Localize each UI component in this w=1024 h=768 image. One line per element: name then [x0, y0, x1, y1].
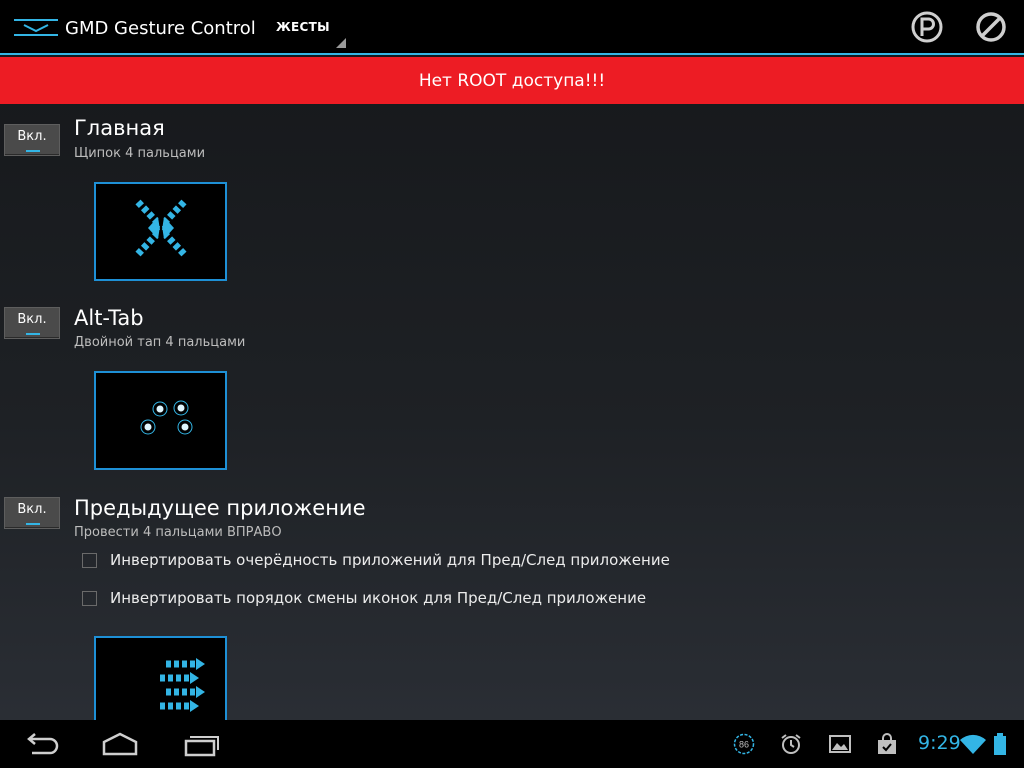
gesture-preview-previous-app[interactable]	[94, 636, 227, 720]
gesture-subtitle: Двойной тап 4 пальцами	[74, 335, 246, 350]
alarm-clock-icon[interactable]	[779, 732, 803, 756]
gesture-title: Главная	[74, 116, 165, 140]
counter-badge-icon[interactable]: 86	[732, 732, 756, 756]
recent-apps-icon[interactable]	[182, 730, 222, 758]
four-finger-tap-icon	[140, 400, 193, 435]
gesture-preview-home[interactable]	[94, 182, 227, 281]
system-bar: 86 9:29	[0, 720, 1024, 768]
toggle-alt-tab[interactable]: Вкл.	[4, 307, 60, 339]
option-invert-icon-order[interactable]: Инвертировать порядок смены иконок для П…	[82, 588, 646, 608]
gallery-icon[interactable]	[828, 732, 852, 756]
gesture-item-alt-tab: Вкл. Alt-Tab Двойной тап 4 пальцами	[0, 294, 1024, 484]
gesture-subtitle: Щипок 4 пальцами	[74, 146, 206, 161]
gesture-subtitle: Провести 4 пальцами ВПРАВО	[74, 525, 282, 540]
gesture-title: Alt-Tab	[74, 306, 144, 330]
no-root-banner: Нет ROOT доступа!!!	[0, 57, 1024, 104]
gesture-list[interactable]: Вкл. Главная Щипок 4 пальцами Вкл. Alt-T…	[0, 104, 1024, 720]
gesture-item-previous-app: Вкл. Предыдущее приложение Провести 4 па…	[0, 484, 1024, 720]
toggle-label: Вкл.	[17, 502, 47, 517]
pinch-arrows-icon	[135, 199, 187, 257]
checkbox[interactable]	[82, 590, 97, 606]
app-title: GMD Gesture Control	[65, 18, 256, 39]
toggle-label: Вкл.	[17, 129, 47, 144]
back-icon[interactable]	[22, 730, 62, 758]
toggle-home[interactable]: Вкл.	[4, 124, 60, 156]
checkbox[interactable]	[82, 552, 97, 568]
counter-badge-text: 86	[739, 740, 749, 750]
status-clock: 9:29	[918, 732, 961, 754]
home-icon[interactable]	[100, 730, 140, 758]
gesture-preview-alt-tab[interactable]	[94, 371, 227, 470]
option-label: Инвертировать очерёдность приложений для…	[110, 551, 670, 569]
block-icon[interactable]	[974, 10, 1008, 44]
toggle-label: Вкл.	[17, 312, 47, 327]
gestures-spinner[interactable]: ЖЕСТЫ	[276, 20, 330, 34]
option-invert-app-order[interactable]: Инвертировать очерёдность приложений для…	[82, 550, 670, 570]
parking-p-icon[interactable]	[910, 10, 944, 44]
toggle-previous-app[interactable]: Вкл.	[4, 497, 60, 529]
wifi-icon	[960, 734, 986, 754]
battery-icon	[994, 733, 1006, 755]
shopping-bag-icon[interactable]	[875, 732, 899, 756]
swipe-right-arrows-icon	[160, 658, 205, 712]
gesture-title: Предыдущее приложение	[74, 496, 366, 520]
app-menu-icon[interactable]	[12, 16, 60, 38]
spinner-triangle-icon	[336, 38, 346, 48]
action-bar: GMD Gesture Control ЖЕСТЫ	[0, 0, 1024, 55]
gesture-item-home: Вкл. Главная Щипок 4 пальцами	[0, 104, 1024, 294]
option-label: Инвертировать порядок смены иконок для П…	[110, 589, 647, 607]
